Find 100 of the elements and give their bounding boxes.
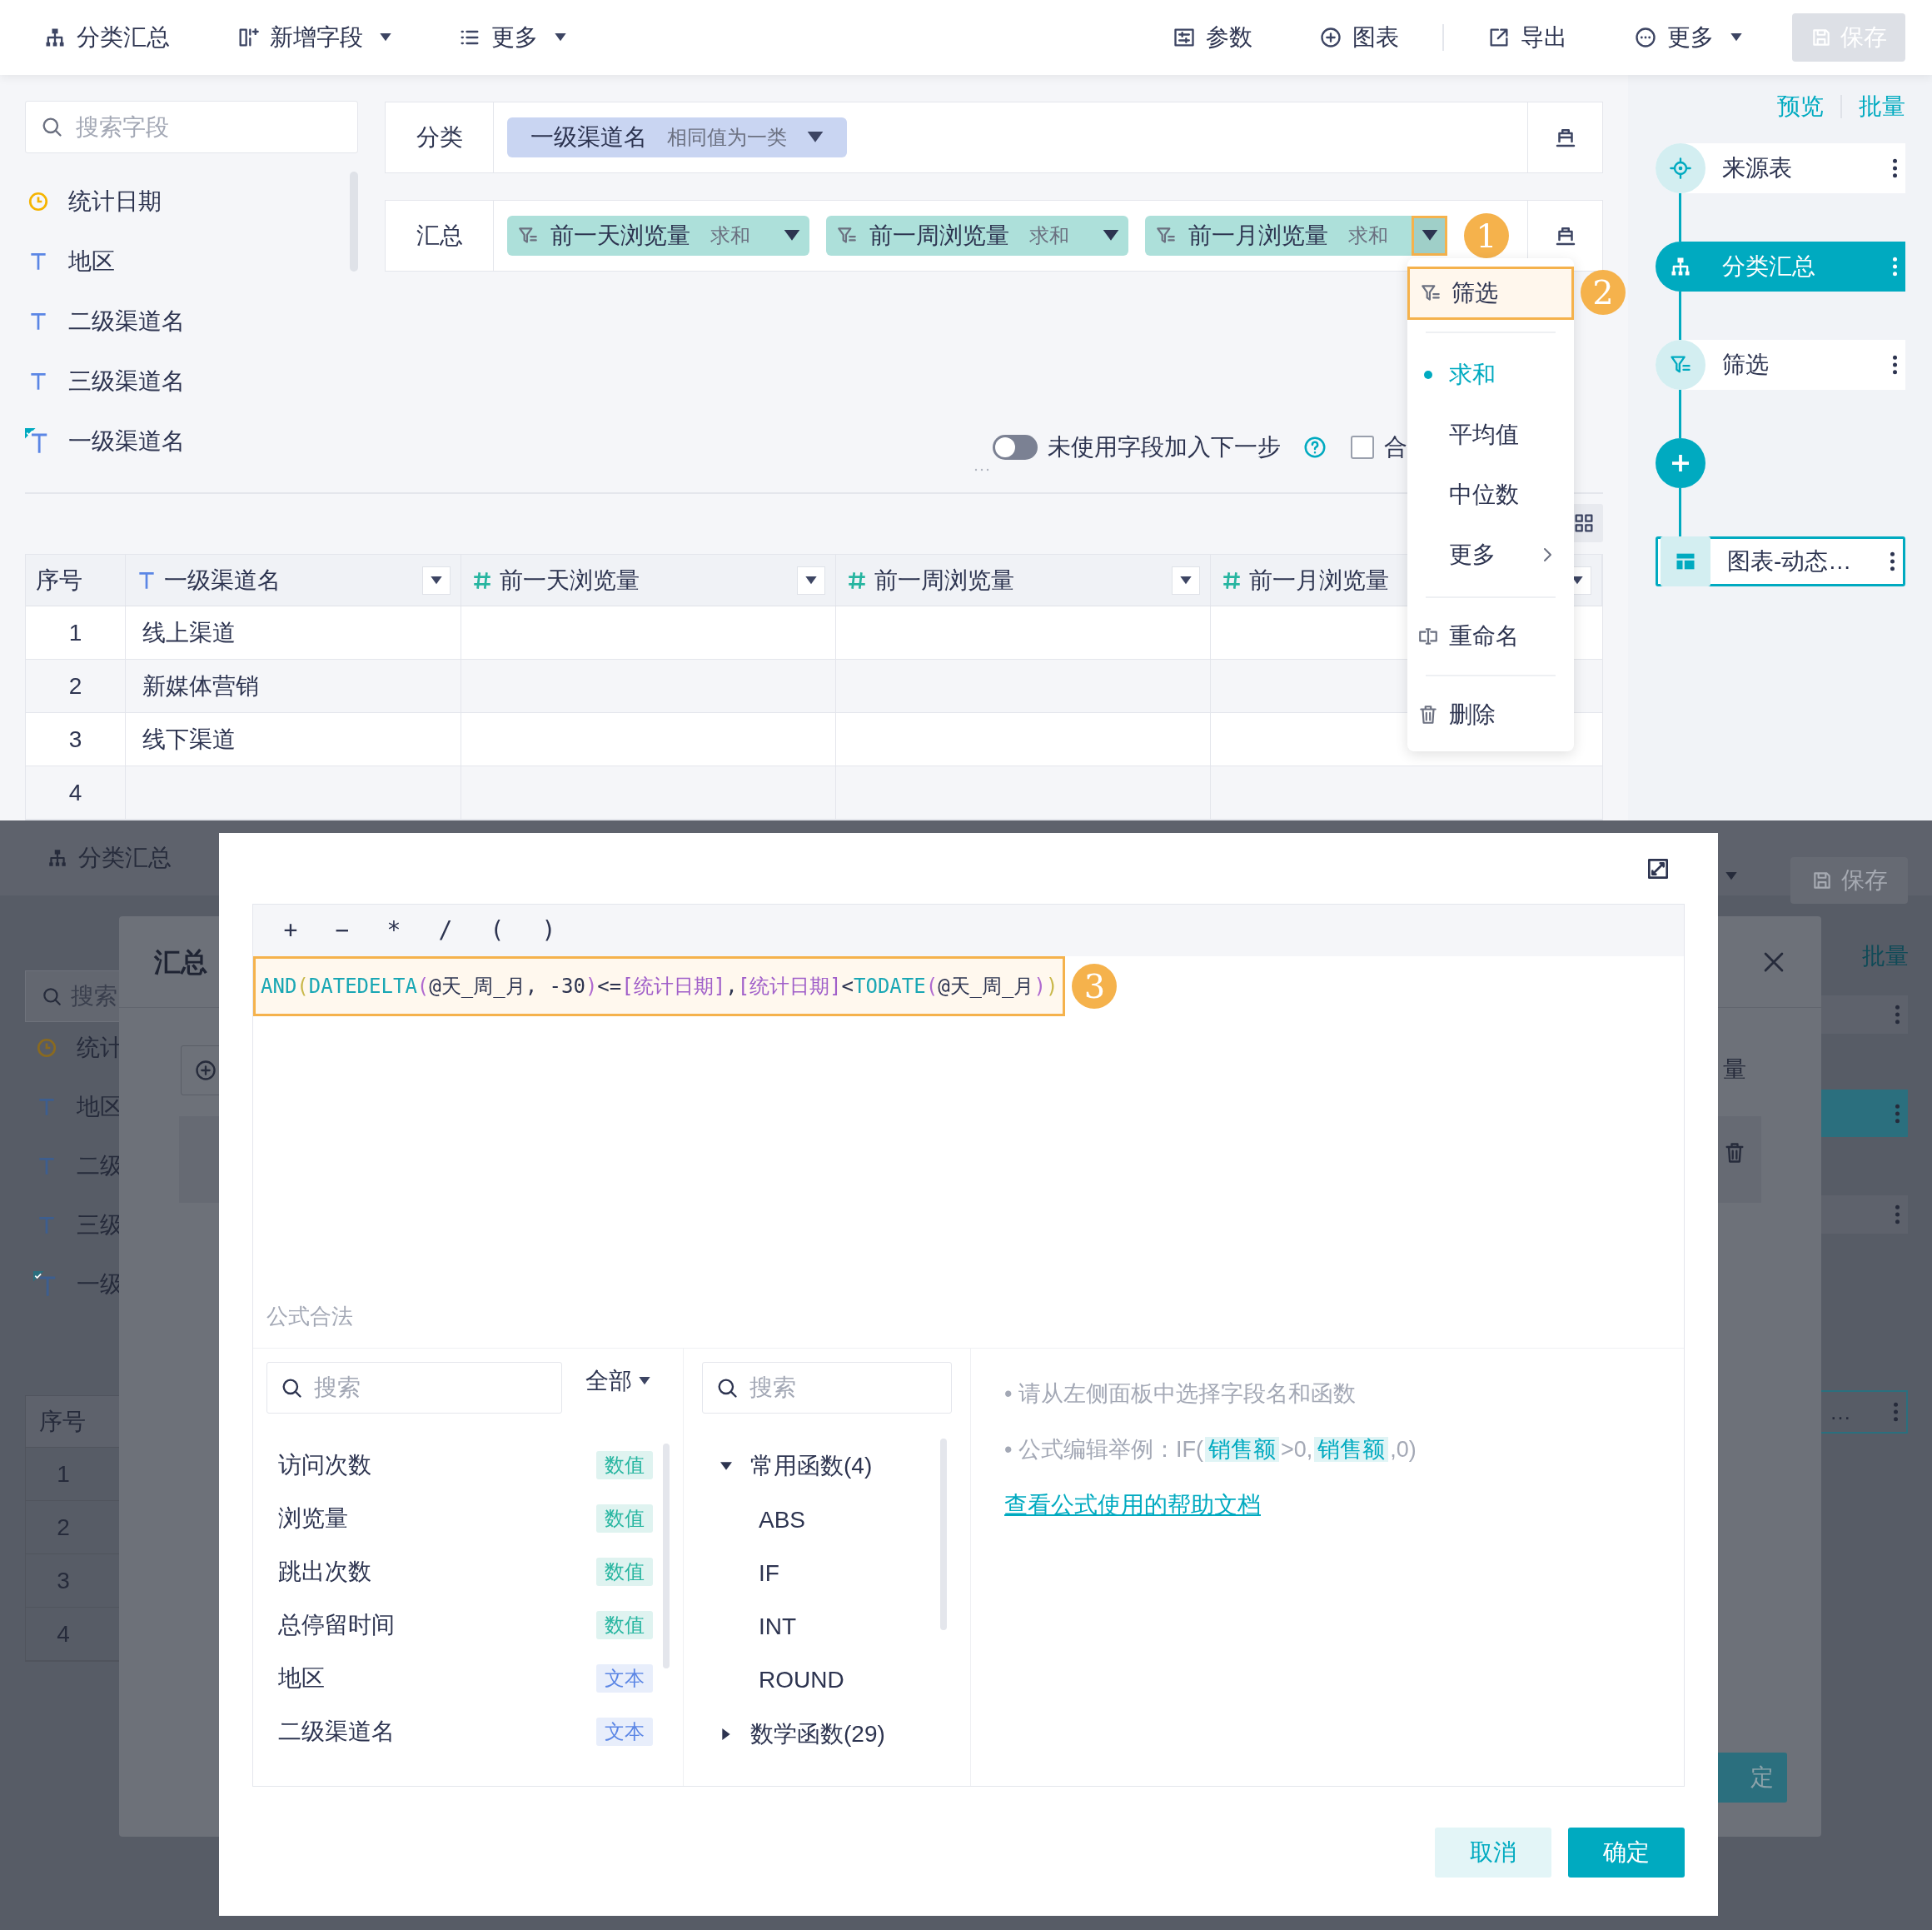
toolbar-button[interactable]: 更多 bbox=[458, 20, 566, 55]
clock-icon bbox=[27, 191, 49, 212]
caret-icon bbox=[1725, 872, 1737, 880]
scrollbar[interactable] bbox=[663, 1444, 670, 1668]
caret-icon bbox=[555, 33, 566, 42]
caret-icon bbox=[431, 576, 442, 585]
field-option[interactable]: 地区 文本 bbox=[278, 1652, 653, 1705]
toggle-label: 未使用字段加入下一步 bbox=[1048, 433, 1281, 461]
function-group[interactable]: 数学函数(29) bbox=[702, 1707, 940, 1762]
column-header[interactable]: 序号 bbox=[26, 555, 126, 606]
menu-item[interactable]: 重命名 bbox=[1407, 610, 1574, 663]
add-step-button[interactable] bbox=[1656, 438, 1705, 488]
operator-button[interactable]: + bbox=[281, 913, 300, 948]
function-group[interactable]: 常用函数(4) bbox=[702, 1439, 940, 1494]
field-chip[interactable]: 一级渠道名 相同值为一类 bbox=[507, 117, 847, 157]
field-item[interactable]: 二级渠道名 bbox=[25, 292, 350, 352]
field-chip[interactable]: 前一周浏览量 求和 bbox=[826, 216, 1128, 256]
field-option[interactable]: 总停留时间 数值 bbox=[278, 1598, 653, 1652]
column-header[interactable]: 前一天浏览量 bbox=[461, 555, 836, 606]
column-header[interactable]: 一级渠道名 bbox=[126, 555, 461, 606]
toolbar-button[interactable]: 更多 bbox=[1634, 20, 1742, 55]
field-chip[interactable]: 前一天浏览量 求和 bbox=[507, 216, 809, 256]
kebab-icon bbox=[1895, 1204, 1900, 1224]
operator-button[interactable]: − bbox=[333, 913, 351, 948]
search-field[interactable]: 搜索字段 bbox=[25, 101, 358, 153]
callout-badge: 3 bbox=[1072, 964, 1118, 1009]
hierarchy-icon bbox=[47, 847, 68, 869]
menu-item[interactable]: 平均值 bbox=[1407, 405, 1574, 465]
function-item[interactable]: ABS bbox=[702, 1494, 940, 1547]
caret-icon bbox=[1180, 576, 1192, 585]
field-item[interactable]: 三级渠道名 bbox=[25, 352, 350, 411]
menu-item[interactable]: 筛选 bbox=[1407, 267, 1574, 320]
dialog-title: 汇总 bbox=[154, 945, 207, 979]
column-header[interactable]: 前一周浏览量 bbox=[836, 555, 1211, 606]
table-cell-text: 线上渠道 bbox=[142, 618, 236, 647]
callout-badge: 1 bbox=[1464, 213, 1509, 258]
caret-icon bbox=[807, 132, 824, 143]
search-field[interactable]: 搜索 bbox=[702, 1362, 952, 1414]
operator-button[interactable]: ( bbox=[488, 913, 506, 948]
flow-step[interactable]: 筛选 bbox=[1656, 340, 1905, 390]
flow-step[interactable]: 图表-动态… bbox=[1656, 536, 1905, 586]
field-option[interactable]: 访问次数 数值 bbox=[278, 1439, 653, 1492]
scrollbar[interactable] bbox=[940, 1439, 947, 1630]
toolbar-button[interactable]: 新增字段 bbox=[237, 20, 391, 55]
kebab-icon bbox=[1894, 1402, 1898, 1422]
resize-handle-icon[interactable] bbox=[973, 468, 989, 471]
clock-icon bbox=[36, 1037, 57, 1059]
type-tag: 数值 bbox=[596, 1558, 653, 1586]
function-item[interactable]: IF bbox=[702, 1547, 940, 1600]
table-cell-text: 新媒体营销 bbox=[142, 671, 259, 701]
checkbox-label: 合 bbox=[1384, 433, 1407, 461]
column-label: 量 bbox=[1723, 1055, 1746, 1084]
field-item[interactable]: 一级渠道名 bbox=[25, 411, 350, 471]
field-item[interactable]: 地区 bbox=[25, 232, 350, 292]
field-chip[interactable]: 前一月浏览量 求和 bbox=[1145, 216, 1447, 256]
caret-right-icon bbox=[720, 1728, 732, 1740]
caret-icon bbox=[639, 1377, 650, 1385]
target-icon bbox=[1669, 157, 1692, 180]
menu-item[interactable]: 中位数 bbox=[1407, 465, 1574, 525]
function-item[interactable]: ROUND bbox=[702, 1653, 940, 1707]
plus-circle-icon bbox=[1319, 26, 1342, 49]
row-number: 4 bbox=[26, 766, 126, 819]
caret-icon bbox=[805, 576, 817, 585]
table-cell-text: 线下渠道 bbox=[142, 725, 236, 754]
column-menu-button[interactable] bbox=[1172, 566, 1200, 595]
row-number: 3 bbox=[26, 713, 126, 766]
checkbox[interactable] bbox=[1351, 436, 1374, 459]
kebab-icon bbox=[1895, 1103, 1900, 1124]
menu-item[interactable]: 删除 bbox=[1407, 688, 1574, 741]
chip-dropdown[interactable] bbox=[1412, 216, 1447, 256]
caret-icon bbox=[1571, 576, 1583, 585]
more-icon bbox=[1634, 26, 1657, 49]
toggle-switch[interactable] bbox=[993, 435, 1038, 460]
step-label: 筛选 bbox=[1721, 351, 1770, 379]
filter-dropdown[interactable]: 全部 bbox=[585, 1364, 650, 1399]
step-label: 分类汇总 bbox=[1721, 252, 1816, 281]
kebab-icon bbox=[1893, 257, 1897, 277]
toolbar-title: 分类汇总 bbox=[78, 844, 172, 872]
row-label: 汇总 bbox=[386, 201, 494, 271]
caret-icon bbox=[1421, 230, 1438, 242]
field-option[interactable]: 二级渠道名 文本 bbox=[278, 1705, 653, 1758]
field-option[interactable]: 浏览量 数值 bbox=[278, 1492, 653, 1545]
field-item[interactable]: 统计日期 bbox=[25, 172, 350, 232]
operator-button[interactable]: ) bbox=[540, 913, 558, 948]
toolbar-button[interactable]: 分类汇总 bbox=[43, 20, 170, 55]
function-item[interactable]: INT bbox=[702, 1600, 940, 1653]
column-menu-button[interactable] bbox=[422, 566, 451, 595]
type-tag: 文本 bbox=[596, 1664, 653, 1693]
caret-down-icon bbox=[720, 1460, 732, 1472]
toolbar-button[interactable]: 参数 bbox=[1173, 20, 1252, 55]
type-tag: 文本 bbox=[596, 1718, 653, 1746]
toolbar-button[interactable]: 导出 bbox=[1487, 20, 1567, 55]
toolbar-button[interactable]: 图表 bbox=[1319, 20, 1399, 55]
kebab-icon bbox=[1893, 355, 1897, 375]
search-field[interactable]: 搜索 bbox=[266, 1362, 562, 1414]
operator-button[interactable]: * bbox=[385, 913, 403, 948]
field-option[interactable]: 跳出次数 数值 bbox=[278, 1545, 653, 1598]
operator-button[interactable]: / bbox=[436, 913, 455, 948]
flow-step[interactable]: 来源表 bbox=[1656, 143, 1905, 193]
column-menu-button[interactable] bbox=[797, 566, 825, 595]
